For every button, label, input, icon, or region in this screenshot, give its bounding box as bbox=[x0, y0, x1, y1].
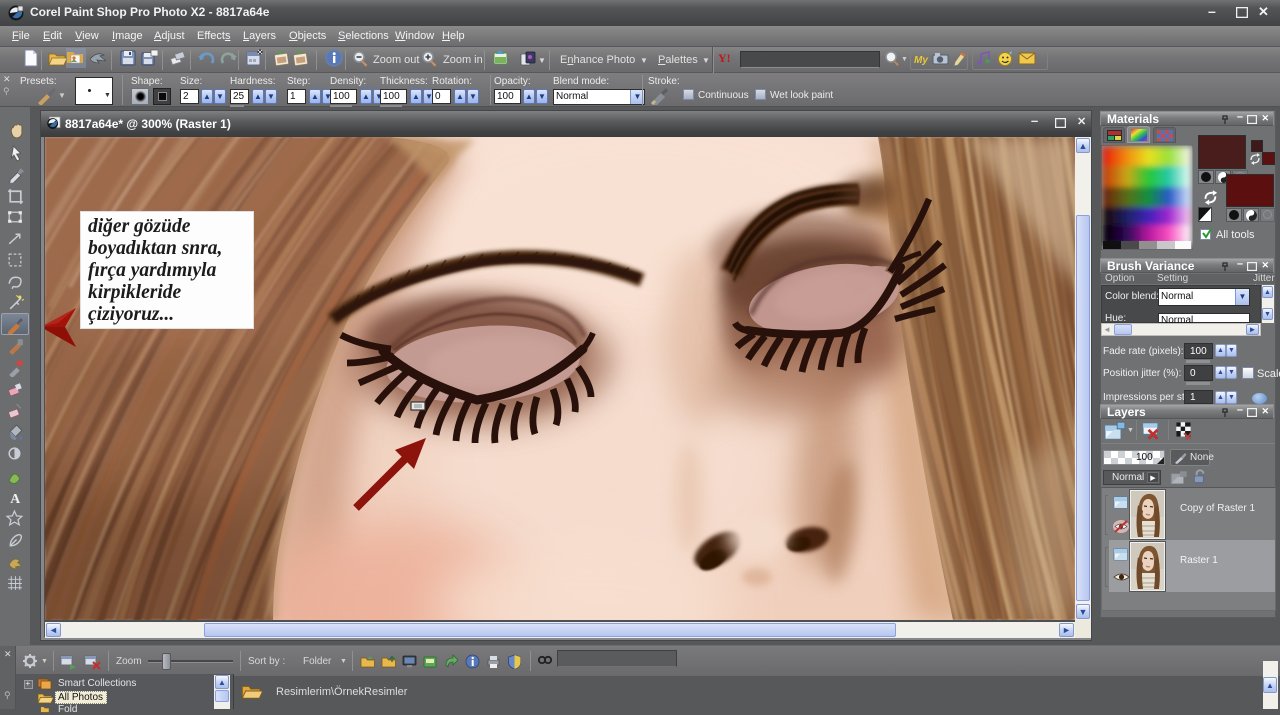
svg-text:Y!: Y! bbox=[718, 51, 731, 65]
svg-text:A: A bbox=[10, 490, 20, 505]
svg-text:My: My bbox=[914, 55, 928, 65]
